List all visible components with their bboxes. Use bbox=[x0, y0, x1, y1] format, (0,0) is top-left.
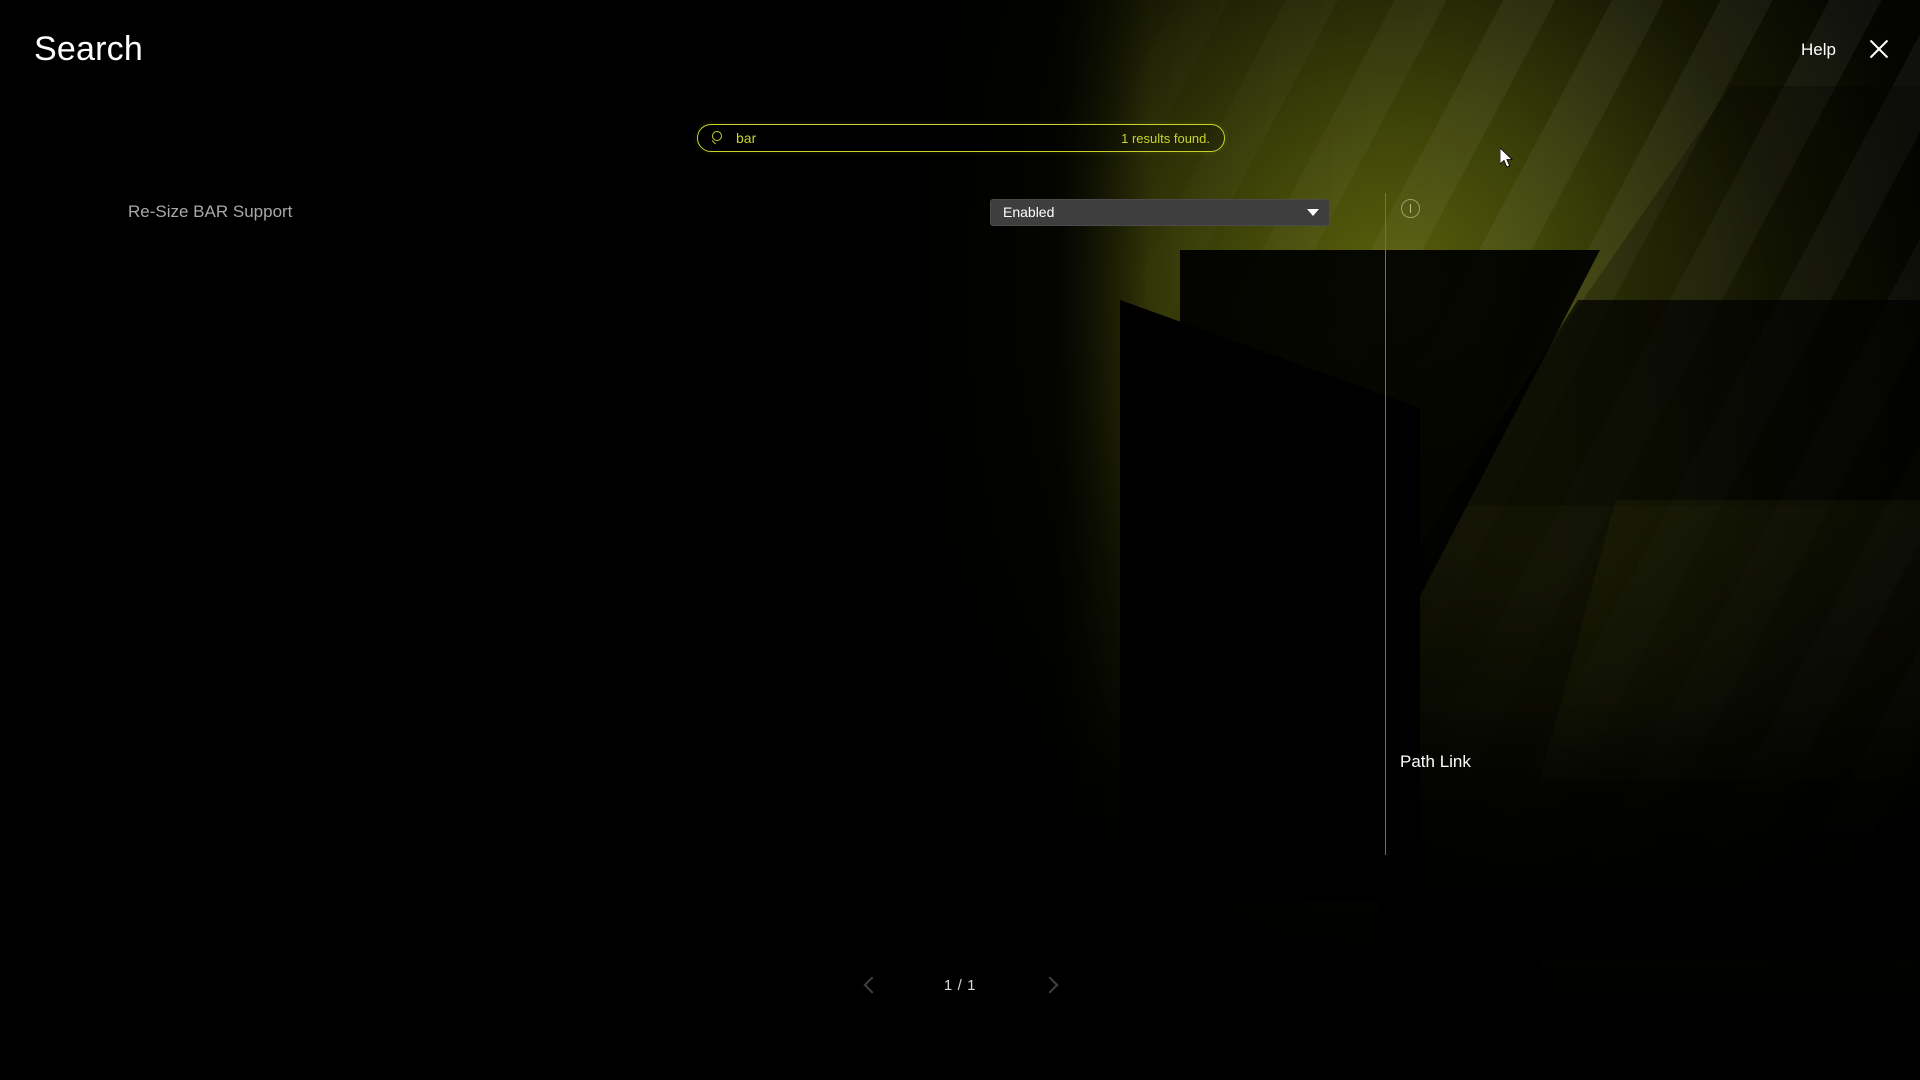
background-diagonal-stripes bbox=[520, 0, 1920, 1080]
search-screen: Search Help bar 1 results found. Re-Size… bbox=[0, 0, 1920, 1080]
pagination: 1 / 1 bbox=[860, 968, 1060, 1002]
result-row: Re-Size BAR Support Enabled bbox=[0, 190, 1340, 234]
page-title: Search bbox=[34, 30, 143, 68]
detail-panel-divider bbox=[1385, 193, 1386, 855]
background-chevron-upper bbox=[1440, 86, 1920, 506]
chevron-right-icon[interactable] bbox=[1038, 974, 1060, 996]
background-lower-block bbox=[1540, 500, 1920, 780]
path-link-label: Path Link bbox=[1400, 752, 1471, 771]
info-icon[interactable] bbox=[1401, 199, 1420, 218]
setting-control: Enabled bbox=[990, 198, 1330, 226]
background-shadow-wedge-two bbox=[1120, 300, 1420, 900]
chevron-left-icon[interactable] bbox=[860, 974, 882, 996]
search-results-count: 1 results found. bbox=[1121, 130, 1210, 146]
background-shadow-wedge-one bbox=[1180, 250, 1600, 670]
background-glow bbox=[640, 0, 1920, 1040]
background-glow-secondary bbox=[1040, 120, 1920, 1020]
setting-label-resize-bar-support: Re-Size BAR Support bbox=[128, 202, 293, 221]
background-bottom-mask bbox=[0, 700, 1920, 1080]
help-button[interactable]: Help bbox=[1801, 41, 1836, 58]
background-art bbox=[0, 0, 1920, 1080]
pagination-label: 1 / 1 bbox=[943, 976, 977, 994]
background-left-mask bbox=[0, 0, 1150, 1080]
header: Search Help bbox=[0, 0, 1920, 100]
search-icon bbox=[711, 131, 725, 145]
background-lower-block-two bbox=[1540, 960, 1920, 1080]
close-icon[interactable] bbox=[1866, 36, 1892, 62]
search-bar[interactable]: bar 1 results found. bbox=[697, 124, 1225, 152]
search-results-list: Re-Size BAR Support Enabled bbox=[0, 190, 1340, 234]
header-actions: Help bbox=[1801, 36, 1892, 62]
dropdown-selected-value: Enabled bbox=[1003, 204, 1055, 220]
search-input[interactable]: bar bbox=[736, 131, 1121, 145]
background-chevron-lower bbox=[1380, 300, 1920, 1000]
chevron-down-icon bbox=[1307, 208, 1319, 216]
resize-bar-support-dropdown[interactable]: Enabled bbox=[990, 198, 1330, 226]
mouse-cursor bbox=[1500, 148, 1513, 168]
